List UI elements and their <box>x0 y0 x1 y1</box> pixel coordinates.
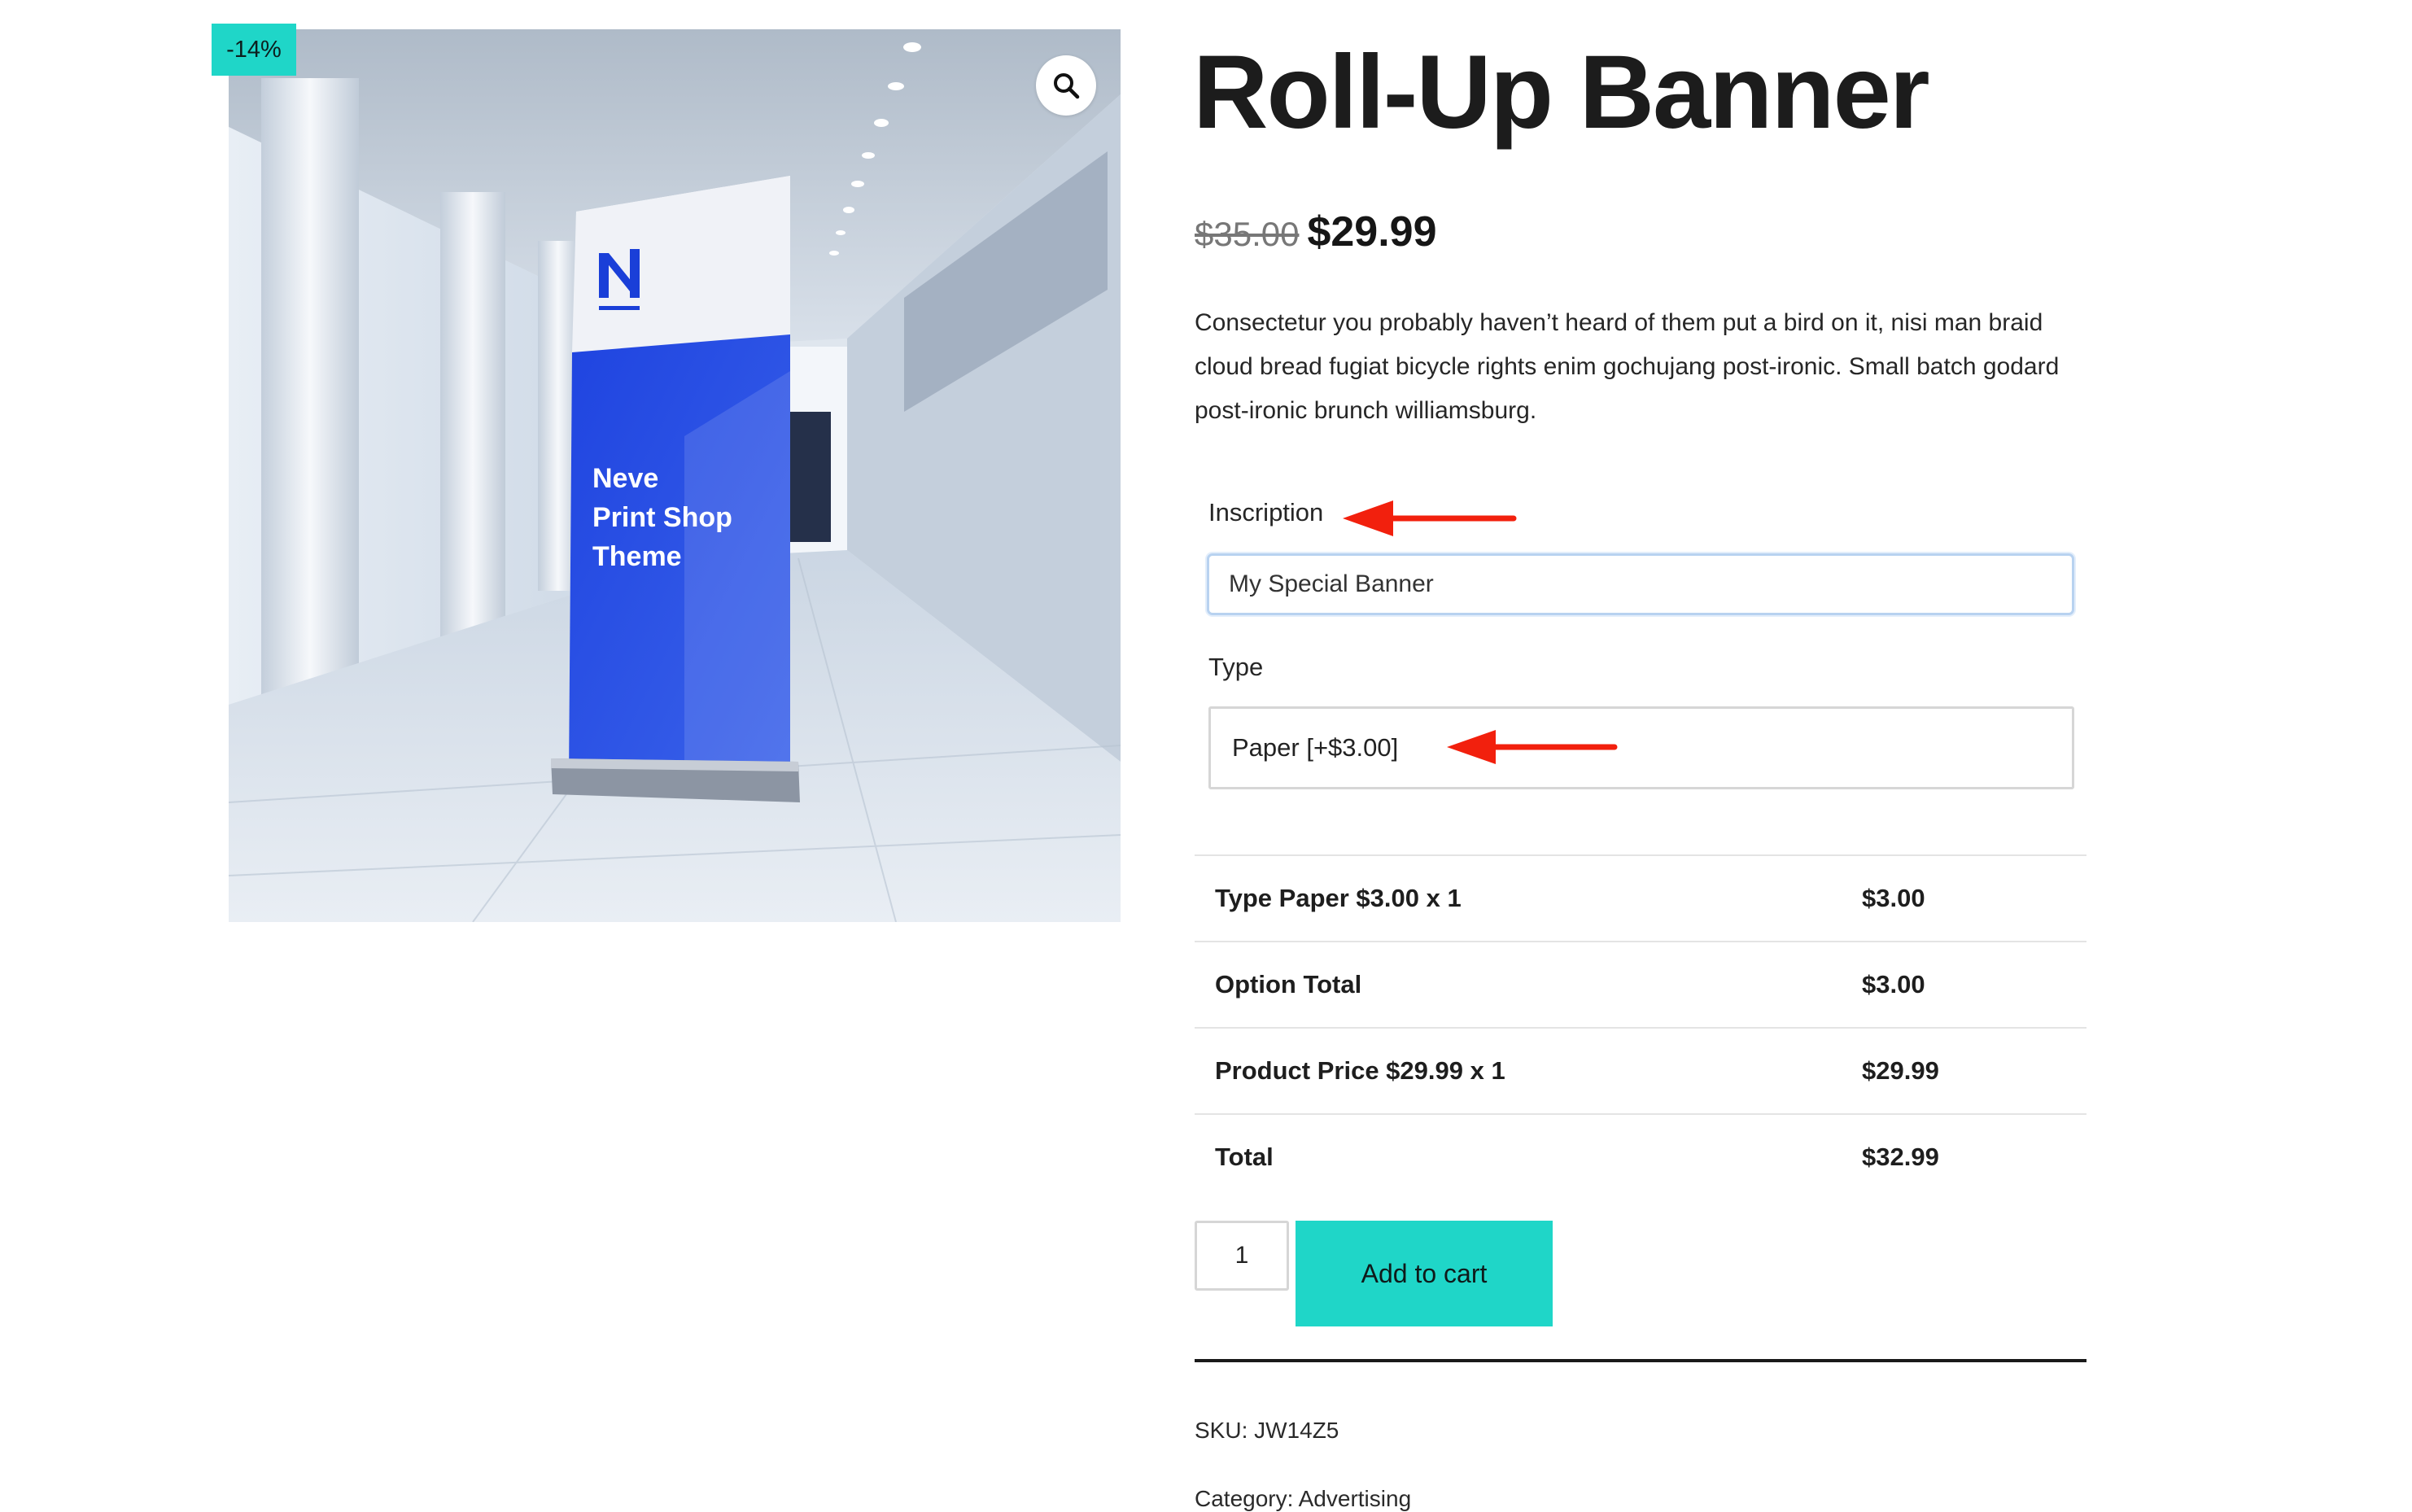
regular-price: $35.00 <box>1195 215 1300 253</box>
sale-price: $29.99 <box>1307 208 1437 256</box>
totals-row: Type Paper $3.00 x 1 $3.00 <box>1195 854 2086 941</box>
banner-text-line-2: Print Shop <box>592 502 732 533</box>
totals-value: $3.00 <box>1862 970 1925 999</box>
magnifier-icon <box>1054 73 1080 99</box>
zoom-button[interactable] <box>1036 55 1096 116</box>
quantity-input[interactable] <box>1195 1221 1289 1291</box>
totals-row: Option Total $3.00 <box>1195 941 2086 1027</box>
banner-text-line-1: Neve <box>592 463 658 494</box>
totals-value: $32.99 <box>1862 1143 1939 1171</box>
type-select[interactable]: Paper [+$3.00] <box>1208 706 2074 789</box>
banner-text-line-3: Theme <box>592 541 682 572</box>
totals-label: Product Price $29.99 x 1 <box>1215 1056 1505 1085</box>
totals-value: $3.00 <box>1862 884 1925 912</box>
sale-badge: -14% <box>212 24 296 76</box>
price: $35.00 $29.99 <box>1195 203 1437 263</box>
red-arrow-icon <box>1447 730 1618 764</box>
product-sku: SKU: JW14Z5 <box>1195 1418 1339 1443</box>
red-arrow-icon <box>1343 500 1517 536</box>
totals-row: Total $32.99 <box>1195 1113 2086 1200</box>
totals-label: Type Paper $3.00 x 1 <box>1215 884 1462 912</box>
page-title: Roll-Up Banner <box>1193 34 1930 151</box>
product-image[interactable]: Neve Print Shop Theme <box>229 29 1121 922</box>
product-photo: Neve Print Shop Theme <box>229 29 1121 922</box>
options-totals-table: Type Paper $3.00 x 1 $3.00 Option Total … <box>1195 854 2086 1200</box>
divider <box>1195 1359 2086 1362</box>
product-categories: Category: Advertising <box>1195 1486 1412 1511</box>
product-description: Consectetur you probably haven’t heard o… <box>1195 309 2060 424</box>
inscription-input[interactable] <box>1207 553 2074 615</box>
type-selected-value: Paper [+$3.00] <box>1232 733 1399 762</box>
totals-row: Product Price $29.99 x 1 $29.99 <box>1195 1027 2086 1113</box>
totals-label: Option Total <box>1215 970 1362 999</box>
totals-label: Total <box>1215 1143 1274 1171</box>
type-label: Type <box>1208 653 1264 681</box>
add-to-cart-button[interactable]: Add to cart <box>1296 1221 1553 1326</box>
inscription-label: Inscription <box>1208 498 1324 527</box>
totals-value: $29.99 <box>1862 1056 1939 1085</box>
